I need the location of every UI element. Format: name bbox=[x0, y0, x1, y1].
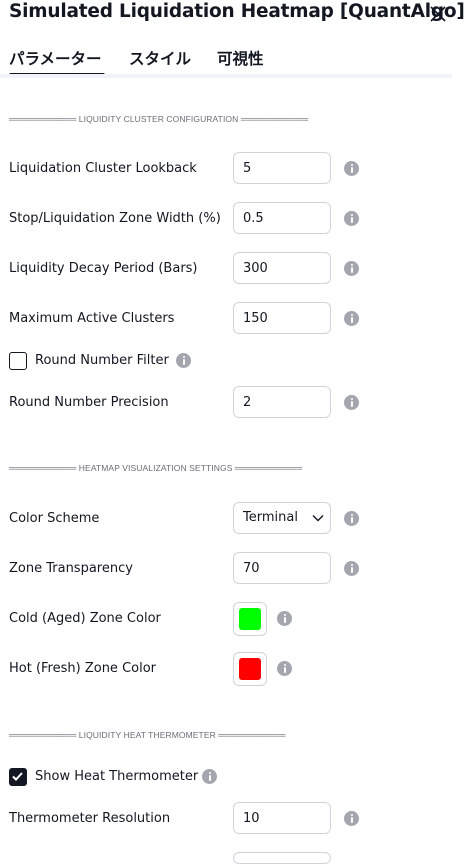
info-icon[interactable] bbox=[344, 561, 359, 576]
info-icon[interactable] bbox=[176, 353, 191, 368]
info-icon[interactable] bbox=[344, 161, 359, 176]
section-header-cluster: ═══════════ LIQUIDITY CLUSTER CONFIGURAT… bbox=[9, 114, 309, 124]
info-icon[interactable] bbox=[277, 611, 292, 626]
decay-label: Liquidity Decay Period (Bars) bbox=[9, 261, 198, 276]
hot-color-picker[interactable] bbox=[233, 652, 267, 686]
info-icon[interactable] bbox=[202, 769, 217, 784]
section-header-heatmap: ═══════════ HEATMAP VISUALIZATION SETTIN… bbox=[9, 463, 303, 473]
hot-color-swatch bbox=[239, 658, 261, 680]
tab-parameters[interactable]: パラメーター bbox=[9, 47, 102, 69]
info-icon[interactable] bbox=[344, 395, 359, 410]
info-icon[interactable] bbox=[277, 661, 292, 676]
check-icon bbox=[12, 772, 23, 781]
decay-input[interactable] bbox=[233, 252, 331, 284]
zone-width-label: Stop/Liquidation Zone Width (%) bbox=[9, 211, 221, 226]
info-icon[interactable] bbox=[344, 211, 359, 226]
color-scheme-label: Color Scheme bbox=[9, 511, 100, 526]
info-icon[interactable] bbox=[344, 511, 359, 526]
tabs-divider bbox=[0, 74, 452, 78]
max-clusters-label: Maximum Active Clusters bbox=[9, 311, 175, 326]
info-icon[interactable] bbox=[344, 261, 359, 276]
cold-color-label: Cold (Aged) Zone Color bbox=[9, 611, 161, 626]
round-precision-input[interactable] bbox=[233, 386, 331, 418]
tab-style[interactable]: スタイル bbox=[129, 47, 191, 69]
round-filter-label: Round Number Filter bbox=[35, 353, 169, 368]
thermo-resolution-input[interactable] bbox=[233, 802, 331, 834]
color-scheme-select[interactable]: Terminal bbox=[233, 502, 331, 534]
lookback-input[interactable] bbox=[233, 152, 331, 184]
info-icon[interactable] bbox=[344, 811, 359, 826]
close-icon[interactable] bbox=[428, 4, 448, 24]
lookback-label: Liquidation Cluster Lookback bbox=[9, 161, 197, 176]
tab-visibility[interactable]: 可視性 bbox=[217, 47, 264, 69]
info-icon[interactable] bbox=[344, 311, 359, 326]
cold-color-picker[interactable] bbox=[233, 602, 267, 636]
zone-width-input[interactable] bbox=[233, 202, 331, 234]
cold-color-swatch bbox=[239, 608, 261, 630]
section-header-thermometer: ═══════════ LIQUIDITY HEAT THERMOMETER ═… bbox=[9, 730, 286, 740]
hot-color-label: Hot (Fresh) Zone Color bbox=[9, 661, 157, 676]
chevron-down-icon bbox=[312, 515, 324, 522]
transparency-input[interactable] bbox=[233, 552, 331, 584]
max-clusters-input[interactable] bbox=[233, 302, 331, 334]
round-precision-label: Round Number Precision bbox=[9, 395, 169, 410]
dialog-title: Simulated Liquidation Heatmap [QuantAlgo… bbox=[9, 1, 465, 22]
color-scheme-value: Terminal bbox=[243, 510, 298, 525]
round-filter-checkbox[interactable] bbox=[9, 352, 27, 370]
transparency-label: Zone Transparency bbox=[9, 561, 133, 576]
show-thermometer-checkbox[interactable] bbox=[9, 768, 27, 786]
show-thermometer-label: Show Heat Thermometer bbox=[35, 769, 199, 784]
thermo-resolution-label: Thermometer Resolution bbox=[9, 811, 171, 826]
